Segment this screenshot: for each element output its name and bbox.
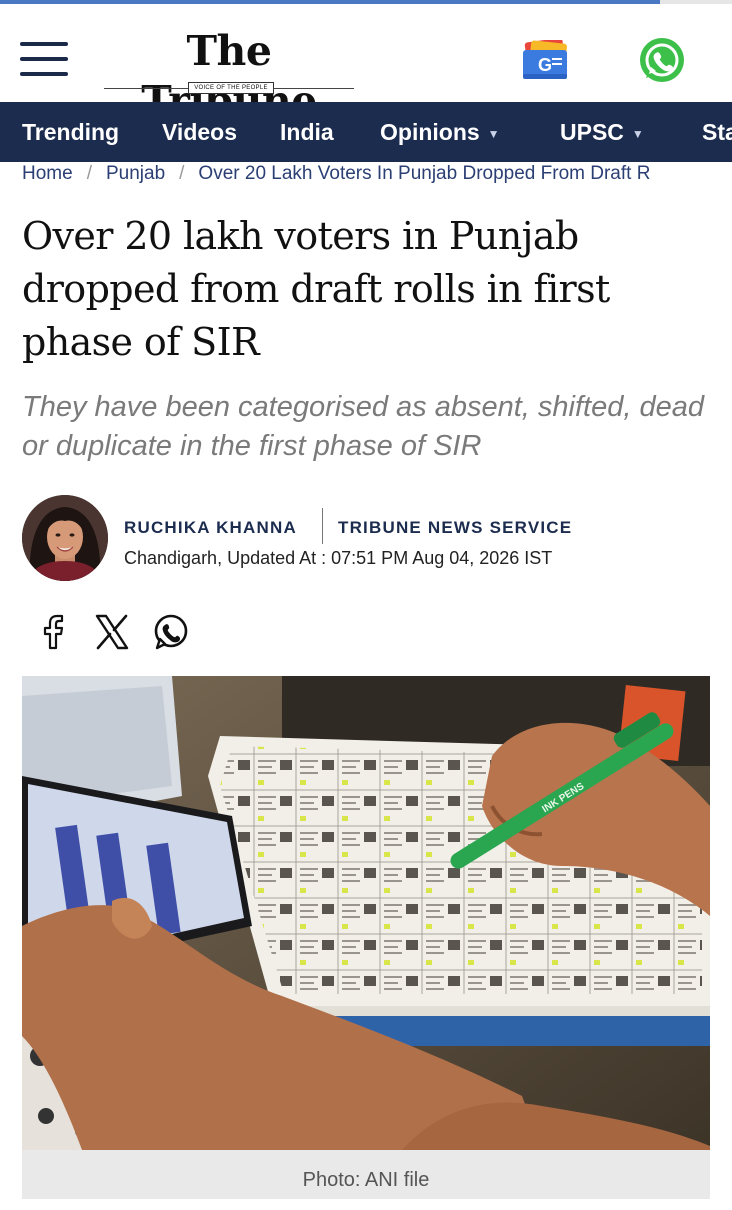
nav-item-label: Trending bbox=[22, 119, 120, 145]
nav-item-india[interactable]: India bbox=[280, 102, 334, 162]
google-news-icon[interactable]: G bbox=[522, 37, 570, 82]
main-nav: Trending Videos India Opinions ▼ UPSC ▼ St… bbox=[0, 102, 732, 162]
nav-item-label: Videos bbox=[162, 119, 237, 145]
breadcrumb: Home / Punjab / Over 20 Lakh Voters In Punja… bbox=[22, 160, 712, 188]
chevron-down-icon: ▼ bbox=[631, 126, 644, 141]
nav-item-videos[interactable]: Videos bbox=[162, 102, 237, 162]
nav-item-opinions[interactable]: Opinions ▼ bbox=[380, 102, 500, 162]
facebook-icon[interactable] bbox=[34, 612, 74, 652]
photo-caption: Photo: ANI file bbox=[22, 1150, 710, 1199]
nav-item-label: India bbox=[280, 119, 334, 145]
breadcrumb-home[interactable]: Home bbox=[22, 163, 73, 184]
breadcrumb-separator: / bbox=[179, 163, 185, 184]
site-header: The Tribune VOICE OF THE PEOPLE G bbox=[0, 4, 732, 125]
nav-item-states[interactable]: Sta bbox=[702, 102, 732, 162]
x-icon[interactable] bbox=[92, 612, 132, 652]
site-logo[interactable]: The Tribune VOICE OF THE PEOPLE bbox=[104, 26, 354, 125]
article-headline: Over 20 lakh voters in Punjab dropped fr… bbox=[22, 214, 610, 364]
breadcrumb-section[interactable]: Punjab bbox=[106, 163, 165, 184]
whatsapp-icon[interactable] bbox=[638, 36, 686, 84]
byline-divider bbox=[322, 508, 323, 544]
author-name[interactable]: RUCHIKA KHANNA bbox=[124, 516, 297, 540]
nav-item-upsc[interactable]: UPSC ▼ bbox=[560, 102, 644, 162]
google-news-badge-text: G bbox=[538, 55, 552, 75]
author-avatar[interactable] bbox=[22, 495, 108, 581]
nav-item-label: Sta bbox=[702, 119, 732, 145]
logo-tagline: VOICE OF THE PEOPLE bbox=[188, 82, 274, 94]
article-dateline: Chandigarh, Updated At : 07:51 PM Aug 04… bbox=[124, 548, 553, 568]
hamburger-icon[interactable] bbox=[20, 42, 68, 76]
article-photo[interactable]: MS INK PENS bbox=[22, 676, 710, 1150]
nav-item-label: Opinions bbox=[380, 119, 480, 145]
nav-item-label: UPSC bbox=[560, 119, 624, 145]
nav-item-trending[interactable]: Trending bbox=[22, 102, 119, 162]
article-subhead: They have been categorised as absent, sh… bbox=[22, 391, 704, 462]
chevron-down-icon: ▼ bbox=[487, 126, 500, 141]
breadcrumb-separator: / bbox=[86, 163, 92, 184]
news-service: TRIBUNE NEWS SERVICE bbox=[338, 518, 573, 537]
whatsapp-share-icon[interactable] bbox=[150, 612, 190, 652]
breadcrumb-current: Over 20 Lakh Voters In Punjab Dropped Fr… bbox=[198, 163, 651, 184]
